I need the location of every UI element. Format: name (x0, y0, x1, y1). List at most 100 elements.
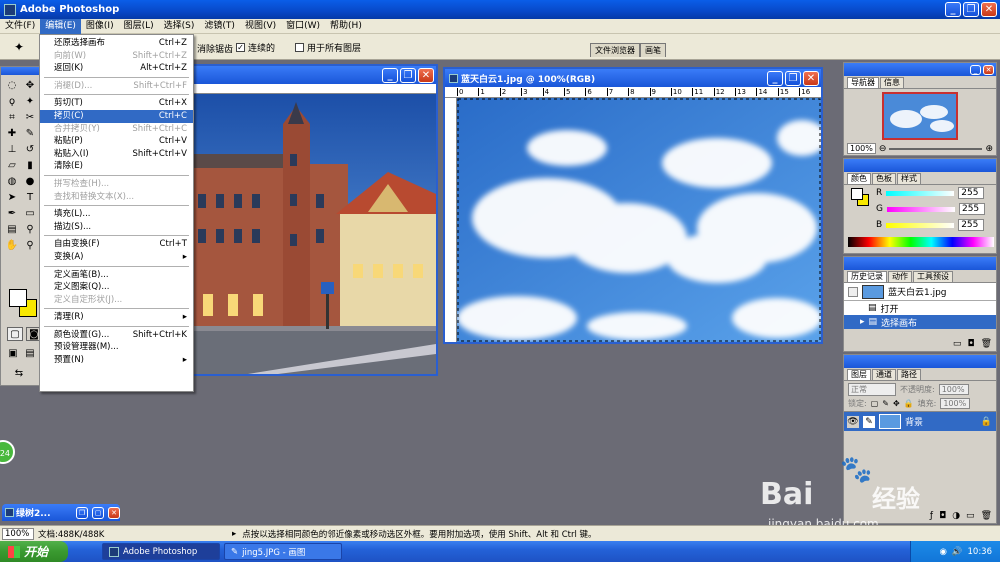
edit-menu-item[interactable]: 描边(S)... (40, 221, 193, 234)
history-snapshot[interactable]: 蓝天白云1.jpg (844, 283, 996, 301)
notes-tool-icon[interactable]: ▤ (4, 223, 20, 237)
green-slider[interactable] (886, 206, 955, 212)
edit-menu-item[interactable]: 预置(N) ▸ (40, 354, 193, 367)
magic-wand-tool-icon[interactable]: ✦ (22, 95, 38, 109)
add-mask-icon[interactable]: ◘ (939, 511, 946, 521)
minimized-window[interactable]: 绿树2... ❐ ▢ ✕ (2, 504, 120, 521)
zoom-in-icon[interactable]: ⊕ (985, 144, 993, 154)
menu-layer[interactable]: 图层(L) (119, 19, 159, 34)
tab-styles[interactable]: 样式 (897, 173, 921, 184)
tab-history[interactable]: 历史记录 (847, 271, 887, 282)
edit-menu-item[interactable]: 颜色设置(G)... Shift+Ctrl+K (40, 329, 193, 342)
tab-actions[interactable]: 动作 (888, 271, 912, 282)
tab-paths[interactable]: 路径 (897, 369, 921, 380)
history-brush-icon[interactable]: ↺ (22, 143, 38, 157)
menu-image[interactable]: 图像(I) (81, 19, 119, 34)
tab-layers[interactable]: 图层 (847, 369, 871, 380)
edit-menu-item[interactable]: 定义图案(Q)... (40, 281, 193, 294)
shape-tool-icon[interactable]: ▭ (22, 207, 38, 221)
edit-menu-item[interactable]: 变换(A) ▸ (40, 251, 193, 264)
navigator-minimize-button[interactable]: _ (970, 64, 981, 75)
tab-tool-presets[interactable]: 工具预设 (913, 271, 953, 282)
doc2-minimize-button[interactable]: _ (767, 70, 783, 86)
close-button[interactable]: ✕ (981, 2, 997, 17)
magic-wand-icon[interactable]: ✦ (14, 40, 24, 54)
doc2-close-button[interactable]: ✕ (803, 70, 819, 86)
menu-window[interactable]: 窗口(W) (281, 19, 325, 34)
screen-mode-standard-icon[interactable]: ▣ (5, 347, 21, 361)
red-value[interactable]: 255 (958, 187, 985, 199)
history-item[interactable]: ▤ 打开 (844, 301, 996, 315)
eraser-tool-icon[interactable]: ▱ (4, 159, 20, 173)
minimized-restore-button[interactable]: ❐ (76, 506, 88, 519)
zoom-tool-icon[interactable]: ⚲ (22, 239, 38, 253)
crop-tool-icon[interactable]: ⌗ (4, 111, 20, 125)
tab-swatches[interactable]: 色板 (872, 173, 896, 184)
status-arrow-icon[interactable]: ▸ (232, 529, 236, 539)
minimized-close-button[interactable]: ✕ (108, 506, 120, 519)
blue-slider[interactable] (886, 222, 955, 228)
navigator-zoom-value[interactable]: 100% (847, 143, 876, 154)
menu-select[interactable]: 选择(S) (159, 19, 200, 34)
menu-edit[interactable]: 编辑(E) (40, 18, 81, 34)
edit-menu-item[interactable]: 填充(L)... (40, 208, 193, 221)
taskbar-item-paint[interactable]: ✎ jing5.JPG - 画图 (224, 543, 342, 560)
standard-mode-icon[interactable]: ▢ (7, 327, 23, 341)
blue-value[interactable]: 255 (958, 219, 985, 231)
tab-channels[interactable]: 通道 (872, 369, 896, 380)
edit-menu-item[interactable]: 粘贴(P) Ctrl+V (40, 135, 193, 148)
jump-to-imageready-icon[interactable]: ⇆ (11, 367, 27, 381)
lock-position-icon[interactable]: ✥ (893, 399, 900, 408)
edit-menu-item[interactable]: 拷贝(C) Ctrl+C (40, 109, 193, 123)
new-document-from-state-icon[interactable]: ▭ (953, 339, 962, 349)
edit-menu-item[interactable]: 预设管理器(M)... (40, 341, 193, 354)
contiguous-checkbox[interactable]: ✓ 连续的 (236, 41, 275, 54)
menu-filter[interactable]: 滤镜(T) (199, 19, 240, 34)
screen-mode-full-icon[interactable]: ▤ (22, 347, 38, 361)
path-select-tool-icon[interactable]: ➤ (4, 191, 20, 205)
minimize-button[interactable]: _ (945, 2, 961, 17)
zoom-slider[interactable] (889, 147, 983, 150)
edit-menu-item[interactable]: 返回(K) Alt+Ctrl+Z (40, 62, 193, 75)
layer-visibility-eye-icon[interactable]: 👁 (847, 415, 859, 428)
menu-help[interactable]: 帮助(H) (325, 19, 367, 34)
lock-transparency-icon[interactable]: ▢ (871, 399, 879, 408)
status-doc-size[interactable]: 文档:488K/488K (38, 528, 188, 540)
edit-menu-item[interactable]: 剪切(T) Ctrl+X (40, 97, 193, 110)
doc1-minimize-button[interactable]: _ (382, 67, 398, 83)
tray-clock[interactable]: 10:36 (968, 547, 993, 557)
menu-file[interactable]: 文件(F) (0, 19, 40, 34)
tab-file-browser[interactable]: 文件浏览器 (590, 43, 640, 57)
brush-tool-icon[interactable]: ✎ (22, 127, 38, 141)
green-value[interactable]: 255 (958, 203, 985, 215)
edit-menu-item[interactable]: 清除(E) (40, 160, 193, 173)
lock-image-icon[interactable]: ✎ (882, 399, 889, 408)
delete-layer-icon[interactable]: 🗑 (981, 511, 992, 521)
red-slider[interactable] (886, 190, 955, 196)
tab-info[interactable]: 信息 (880, 77, 904, 88)
gradient-tool-icon[interactable]: ▮ (22, 159, 38, 173)
menu-view[interactable]: 视图(V) (240, 19, 281, 34)
tab-brushes[interactable]: 画笔 (640, 43, 666, 57)
taskbar-item-photoshop[interactable]: Adobe Photoshop (102, 543, 220, 560)
dodge-tool-icon[interactable]: ● (22, 175, 38, 189)
foreground-color-swatch[interactable] (9, 289, 27, 307)
doc2-maximize-button[interactable]: ❐ (785, 70, 801, 86)
edit-menu-item[interactable]: 粘贴入(I) Shift+Ctrl+V (40, 148, 193, 161)
tray-network-icon[interactable]: ◉ (939, 547, 946, 557)
blur-tool-icon[interactable]: ◍ (4, 175, 20, 189)
type-tool-icon[interactable]: T (22, 191, 38, 205)
zoom-out-icon[interactable]: ⊖ (879, 144, 887, 154)
new-layer-icon[interactable]: ▭ (966, 511, 975, 521)
status-zoom[interactable]: 100% (2, 527, 34, 540)
history-item-selected[interactable]: ▸ ▤ 选择画布 (844, 315, 996, 329)
pen-tool-icon[interactable]: ✒ (4, 207, 20, 221)
layer-row-background[interactable]: 👁 ✎ 背景 🔒 (844, 411, 996, 431)
document-window-houses[interactable]: _ ❐ ✕ (186, 64, 438, 376)
edit-menu-item[interactable]: 自由变换(F) Ctrl+T (40, 238, 193, 251)
edit-menu-item[interactable]: 定义画笔(B)... (40, 269, 193, 282)
lasso-tool-icon[interactable]: ϙ (4, 95, 20, 109)
document-window-sky[interactable]: 蓝天白云1.jpg @ 100%(RGB) _ ❐ ✕ 0 1 2 3 4 5 6 7 8 9 10… (443, 67, 823, 344)
all-layers-checkbox[interactable]: 用于所有图层 (295, 41, 361, 54)
edit-menu-item[interactable]: 还原选择画布 Ctrl+Z (40, 37, 193, 50)
